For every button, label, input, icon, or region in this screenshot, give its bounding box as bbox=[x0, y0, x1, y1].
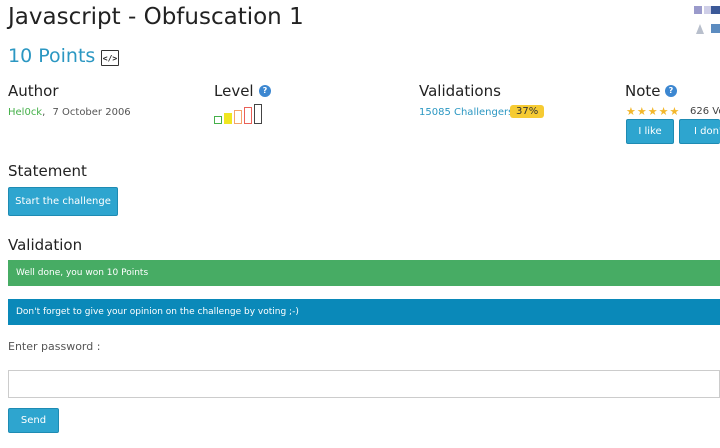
success-alert: Well done, you won 10 Points bbox=[8, 260, 720, 286]
votes-count: 626 Vo bbox=[690, 106, 720, 117]
like-button[interactable]: I like bbox=[626, 119, 674, 144]
level-bar bbox=[214, 116, 222, 124]
page-title: Javascript - Obfuscation 1 bbox=[8, 4, 304, 30]
info-alert: Don't forget to give your opinion on the… bbox=[8, 299, 720, 325]
star-icon[interactable]: ★ bbox=[648, 106, 658, 117]
dislike-button[interactable]: I don't bbox=[679, 119, 720, 144]
validations-heading: Validations bbox=[419, 82, 501, 100]
author-name[interactable]: Hel0ck bbox=[8, 107, 42, 118]
star-icon[interactable]: ★ bbox=[659, 106, 669, 117]
level-indicator bbox=[214, 104, 262, 124]
star-icon[interactable]: ★ bbox=[670, 106, 680, 117]
points-value: 10 Points bbox=[8, 45, 96, 67]
author-separator: , bbox=[42, 107, 46, 118]
facebook-icon[interactable] bbox=[711, 6, 720, 14]
level-bar bbox=[224, 113, 232, 124]
note-heading: Note bbox=[625, 82, 661, 100]
password-label: Enter password : bbox=[8, 340, 101, 353]
share-grid-icon[interactable] bbox=[694, 6, 702, 14]
send-button[interactable]: Send bbox=[8, 408, 59, 433]
statement-heading: Statement bbox=[8, 162, 87, 180]
validation-percent-badge: 37% bbox=[510, 105, 545, 118]
validation-heading: Validation bbox=[8, 236, 83, 254]
level-heading: Level bbox=[214, 82, 254, 100]
level-bar bbox=[234, 110, 242, 124]
tumblr-icon[interactable] bbox=[711, 24, 720, 33]
rating-stars: ★ ★ ★ ★ ★ bbox=[626, 106, 679, 117]
author-date: 7 October 2006 bbox=[52, 107, 131, 118]
star-icon[interactable]: ★ bbox=[626, 106, 636, 117]
level-bar bbox=[244, 107, 252, 124]
help-icon[interactable]: ? bbox=[665, 85, 677, 97]
star-icon[interactable]: ★ bbox=[637, 106, 647, 117]
code-icon[interactable]: </> bbox=[101, 50, 119, 66]
author-heading: Author bbox=[8, 82, 59, 100]
author-line: Hel0ck, 7 October 2006 bbox=[8, 107, 131, 118]
password-input[interactable] bbox=[8, 370, 720, 398]
delicious-icon[interactable] bbox=[696, 24, 704, 34]
start-challenge-button[interactable]: Start the challenge bbox=[8, 187, 118, 216]
challengers-link[interactable]: 15085 Challengers bbox=[419, 107, 513, 118]
help-icon[interactable]: ? bbox=[259, 85, 271, 97]
level-bar bbox=[254, 104, 262, 124]
